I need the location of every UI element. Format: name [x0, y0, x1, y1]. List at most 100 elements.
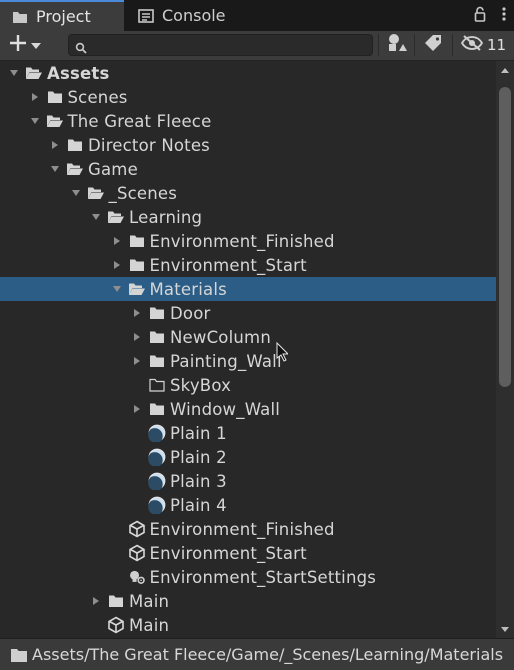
tree-item[interactable]: Environment_Finished — [0, 229, 496, 253]
collapsed-arrow-icon[interactable] — [129, 305, 145, 321]
tree-item[interactable]: Scenes — [0, 85, 496, 109]
expanded-arrow-icon[interactable] — [68, 185, 84, 201]
lighting-settings-icon — [128, 569, 146, 585]
material-icon — [148, 472, 166, 490]
tree-item[interactable]: Window_Wall — [0, 397, 496, 421]
search-icon — [75, 39, 87, 58]
material-icon — [148, 448, 166, 466]
collapsed-arrow-icon[interactable] — [129, 353, 145, 369]
folder-icon — [148, 353, 166, 369]
folder-icon — [107, 593, 125, 609]
tree-item-label: _Scenes — [108, 183, 178, 203]
chevron-down-icon — [30, 36, 42, 55]
tree-item[interactable]: Plain 1 — [0, 421, 496, 445]
tree-item[interactable]: Learning — [0, 205, 496, 229]
tab-console[interactable]: Console — [128, 0, 270, 31]
tree-item-label: Director Notes — [88, 135, 210, 155]
search-by-type-button[interactable] — [382, 34, 412, 56]
tree-item[interactable]: NewColumn — [0, 325, 496, 349]
collapsed-arrow-icon[interactable] — [27, 89, 43, 105]
lock-icon[interactable] — [474, 6, 486, 26]
mouse-cursor-icon — [276, 341, 290, 366]
tab-bar: Project Console — [0, 0, 514, 31]
collapsed-arrow-icon[interactable] — [88, 593, 104, 609]
folder-open-icon — [107, 209, 125, 225]
tree-item-label: Environment_Finished — [149, 231, 335, 251]
unity-scene-icon — [128, 520, 146, 538]
tree-item[interactable]: Main — [0, 589, 496, 613]
vertical-scrollbar[interactable] — [496, 61, 514, 638]
search-field[interactable] — [68, 34, 373, 58]
hidden-packages-button[interactable]: 11 — [458, 34, 508, 56]
tree-item-label: Main — [129, 615, 170, 635]
scroll-down-icon[interactable] — [496, 622, 514, 636]
collapsed-arrow-icon[interactable] — [109, 257, 125, 273]
empty-folder-icon — [148, 377, 166, 393]
tree-item-label: Environment_Start — [149, 543, 307, 563]
tree-item[interactable]: Director Notes — [0, 133, 496, 157]
collapsed-arrow-icon[interactable] — [129, 329, 145, 345]
collapsed-arrow-icon[interactable] — [129, 401, 145, 417]
console-icon — [138, 8, 154, 23]
collapsed-arrow-icon[interactable] — [47, 137, 63, 153]
search-input[interactable] — [91, 35, 365, 57]
tree-item-label: Environment_Start — [149, 255, 307, 275]
unity-scene-icon — [128, 544, 146, 562]
tree-item-label: Plain 1 — [170, 423, 227, 443]
tree-item[interactable]: Materials — [0, 277, 496, 301]
tree-item-label: Environment_StartSettings — [149, 567, 377, 587]
expanded-arrow-icon[interactable] — [109, 281, 125, 297]
tree-item-label: Window_Wall — [170, 399, 281, 419]
tree-item-label: Door — [170, 303, 211, 323]
tree-item[interactable]: Door — [0, 301, 496, 325]
folder-icon — [148, 329, 166, 345]
expanded-arrow-icon[interactable] — [47, 161, 63, 177]
expanded-arrow-icon[interactable] — [6, 65, 22, 81]
tree-item[interactable]: Plain 3 — [0, 469, 496, 493]
tree-item[interactable]: _Scenes — [0, 181, 496, 205]
folder-icon — [148, 305, 166, 321]
tree-item-label: Painting_Wall — [170, 351, 282, 371]
plus-icon — [8, 33, 28, 57]
tree-item-label: Environment_Finished — [149, 519, 335, 539]
tree-item-label: Plain 3 — [170, 471, 227, 491]
tree-item[interactable]: Environment_StartSettings — [0, 565, 496, 589]
tree-item[interactable]: Game — [0, 157, 496, 181]
expanded-arrow-icon[interactable] — [88, 209, 104, 225]
hidden-packages-count: 11 — [486, 36, 507, 54]
tree-item[interactable]: Environment_Start — [0, 541, 496, 565]
tree-item-label: Plain 2 — [170, 447, 227, 467]
tree-item[interactable]: SkyBox — [0, 373, 496, 397]
tree-item-label: SkyBox — [170, 375, 232, 395]
tree-item-label: Learning — [129, 207, 203, 227]
scroll-up-icon[interactable] — [496, 63, 514, 77]
search-by-label-button[interactable] — [418, 34, 448, 56]
create-asset-button[interactable] — [8, 34, 42, 56]
material-icon — [148, 424, 166, 442]
tree-item[interactable]: The Great Fleece — [0, 109, 496, 133]
selected-path: Assets/The Great Fleece/Game/_Scenes/Lea… — [32, 645, 504, 664]
eye-slash-icon — [460, 35, 484, 55]
tree-item-label: Main — [129, 591, 170, 611]
tree-item-label: Materials — [149, 279, 227, 299]
expanded-arrow-icon[interactable] — [27, 113, 43, 129]
scroll-thumb[interactable] — [499, 87, 511, 387]
tree-item-label: The Great Fleece — [67, 111, 212, 131]
tree-item[interactable]: Main — [0, 613, 496, 637]
tree-item[interactable]: Environment_Start — [0, 253, 496, 277]
material-icon — [148, 496, 166, 514]
folder-icon — [12, 10, 28, 24]
tree-item[interactable]: Painting_Wall — [0, 349, 496, 373]
folder-open-icon — [25, 65, 43, 81]
tree-item[interactable]: Assets — [0, 61, 496, 85]
folder-open-icon — [87, 185, 105, 201]
tree-item[interactable]: Plain 4 — [0, 493, 496, 517]
tree-item[interactable]: Plain 2 — [0, 445, 496, 469]
folder-icon — [46, 89, 64, 105]
status-bar: Assets/The Great Fleece/Game/_Scenes/Lea… — [0, 638, 514, 670]
tab-project[interactable]: Project — [0, 0, 124, 31]
collapsed-arrow-icon[interactable] — [109, 233, 125, 249]
folder-icon — [10, 647, 28, 663]
more-options-icon[interactable] — [502, 6, 506, 26]
tree-item[interactable]: Environment_Finished — [0, 517, 496, 541]
